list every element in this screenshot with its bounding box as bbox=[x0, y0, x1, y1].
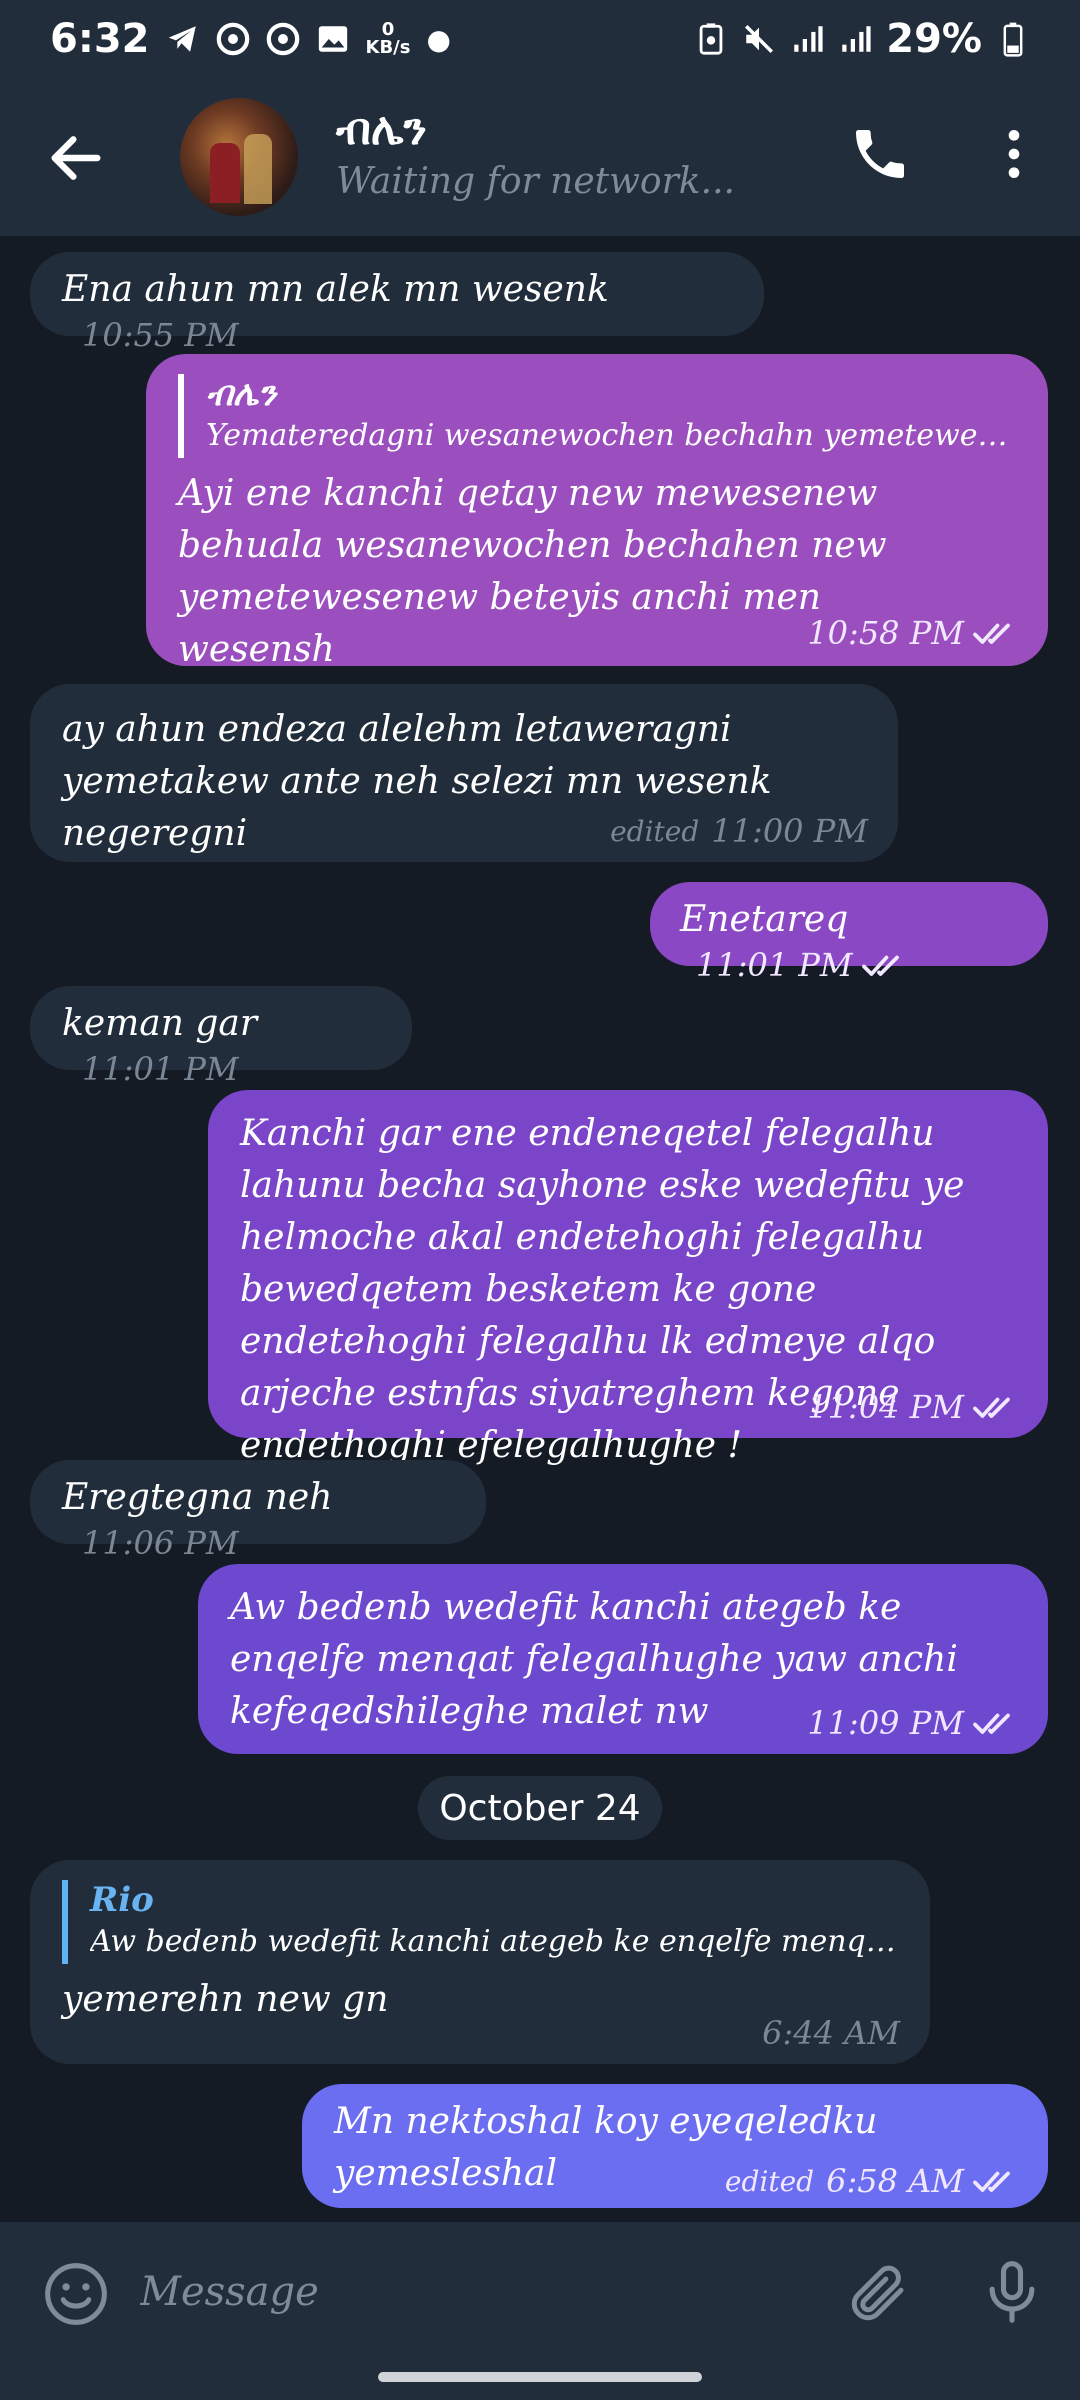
reply-author: ብሌን bbox=[206, 374, 277, 414]
status-time: 6:32 bbox=[50, 16, 150, 62]
telegram-icon bbox=[166, 22, 200, 56]
reply-author: Rio bbox=[90, 1880, 154, 1920]
chrome-icon bbox=[216, 22, 250, 56]
chat-title-block[interactable]: ብሌን Waiting for network... bbox=[336, 104, 735, 202]
message-time: 11:06 PM bbox=[82, 1524, 239, 1562]
message-text: Eregtegna neh bbox=[62, 1477, 333, 1518]
chat-header: ብሌን Waiting for network... bbox=[0, 78, 1080, 236]
message-bubble-incoming[interactable]: keman gar 11:01 PM bbox=[30, 986, 412, 1088]
reply-text: Aw bedenb wedefit kanchi ategeb ke enqel… bbox=[90, 1924, 898, 1959]
system-nav-bar bbox=[0, 2362, 1080, 2400]
signal-icon bbox=[790, 22, 824, 56]
double-check-icon bbox=[973, 623, 1010, 644]
message-bubble-outgoing[interactable]: ብሌን Yemateredagni wesanewochen bechahn y… bbox=[146, 354, 1048, 670]
message-text: Enetareq bbox=[680, 899, 849, 940]
battery-icon bbox=[996, 22, 1030, 57]
chrome-icon bbox=[266, 22, 300, 56]
double-check-icon bbox=[973, 1397, 1010, 1418]
message-time: 6:44 AM bbox=[762, 2014, 900, 2052]
message-bubble-incoming[interactable]: Eregtegna neh 11:06 PM bbox=[30, 1460, 486, 1562]
message-bubble-incoming[interactable]: Ena ahun mn alek mn wesenk 10:55 PM bbox=[30, 252, 764, 354]
message-meta: 11:09 PM bbox=[807, 1704, 1020, 1742]
reply-quote[interactable]: Rio Aw bedenb wedefit kanchi ategeb ke e… bbox=[62, 1880, 898, 1964]
home-indicator[interactable] bbox=[378, 2372, 702, 2382]
double-check-icon bbox=[973, 1713, 1010, 1734]
message-text: Ena ahun mn alek mn wesenk bbox=[62, 269, 609, 310]
chat-title: ብሌን bbox=[336, 104, 427, 155]
date-separator: October 24 bbox=[418, 1776, 662, 1840]
dot-icon: ● bbox=[426, 22, 451, 56]
message-bubble-incoming[interactable]: ay ahun endeza alelehm letaweragni yemet… bbox=[30, 684, 898, 862]
message-time: 11:01 PM bbox=[82, 1050, 239, 1088]
net-speed: 0 KB/s bbox=[365, 19, 411, 58]
double-check-icon bbox=[973, 2171, 1010, 2192]
message-time: 10:55 PM bbox=[82, 316, 239, 354]
reply-text: Yemateredagni wesanewochen bechahn yemet… bbox=[206, 418, 1016, 453]
message-composer bbox=[0, 2222, 1080, 2362]
message-text: keman gar bbox=[62, 1003, 258, 1044]
double-check-icon bbox=[861, 955, 899, 976]
emoji-icon[interactable] bbox=[42, 2260, 110, 2328]
back-arrow-icon[interactable] bbox=[44, 126, 108, 190]
phone-icon[interactable] bbox=[848, 122, 912, 186]
signal-icon bbox=[838, 22, 872, 56]
gallery-icon bbox=[316, 22, 350, 56]
message-meta: 11:04 PM bbox=[807, 1388, 1020, 1426]
battery-percent: 29% bbox=[886, 16, 982, 62]
message-input[interactable] bbox=[140, 2252, 800, 2332]
microphone-icon[interactable] bbox=[978, 2256, 1046, 2328]
message-bubble-incoming[interactable]: Rio Aw bedenb wedefit kanchi ategeb ke e… bbox=[30, 1860, 930, 2064]
paperclip-icon[interactable] bbox=[846, 2258, 912, 2328]
message-meta: edited 6:58 AM bbox=[725, 2162, 1020, 2200]
message-bubble-outgoing[interactable]: Enetareq 11:01 PM bbox=[650, 882, 1048, 984]
message-bubble-outgoing[interactable]: Mn nektoshal koy eyeqeledku yemesleshal … bbox=[302, 2084, 1048, 2208]
more-vertical-icon[interactable] bbox=[982, 122, 1046, 186]
status-bar: 6:32 0 KB/s ● 29% bbox=[0, 0, 1080, 78]
mute-icon bbox=[742, 22, 776, 56]
message-meta: 11:01 PM bbox=[696, 946, 909, 984]
avatar[interactable] bbox=[180, 98, 298, 216]
message-meta: 10:58 PM bbox=[807, 614, 1020, 652]
message-bubble-outgoing[interactable]: Aw bedenb wedefit kanchi ategeb ke enqel… bbox=[198, 1564, 1048, 1754]
battery-saver-icon bbox=[694, 22, 728, 56]
message-bubble-outgoing[interactable]: Kanchi gar ene endeneqetel felegalhu lah… bbox=[208, 1090, 1048, 1466]
connection-status: Waiting for network... bbox=[336, 161, 735, 202]
message-meta: edited 11:00 PM bbox=[610, 812, 868, 850]
reply-quote[interactable]: ብሌን Yemateredagni wesanewochen bechahn y… bbox=[178, 374, 1016, 458]
